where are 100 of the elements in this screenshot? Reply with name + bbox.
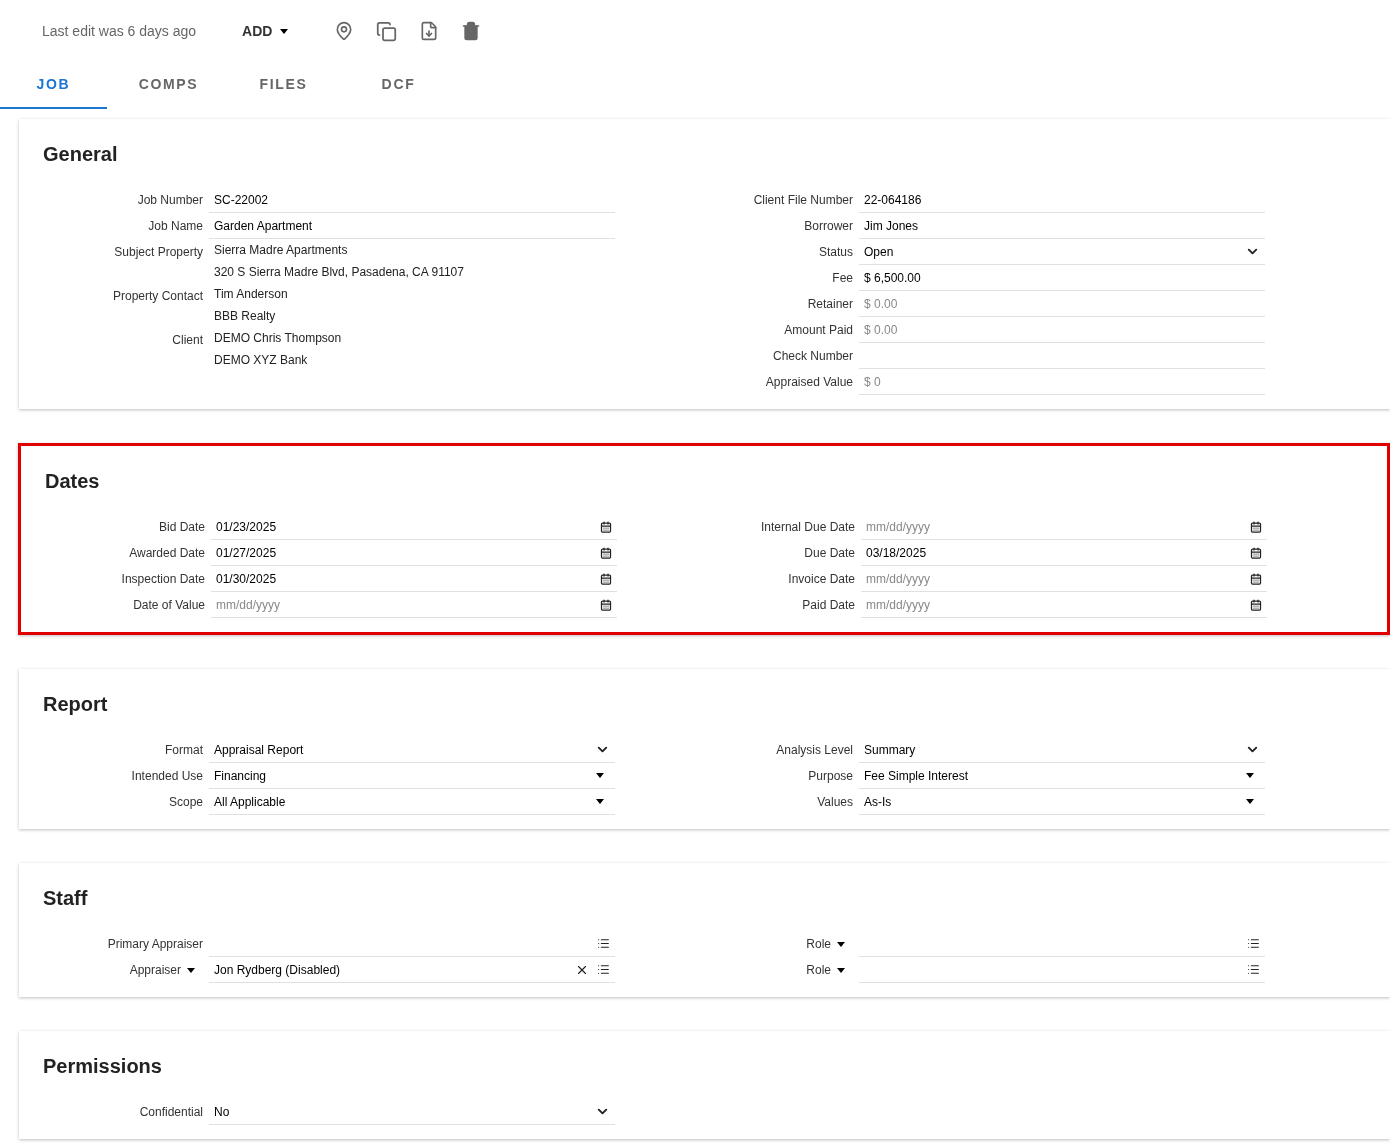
field-text: DEMO Chris Thompson — [213, 330, 343, 347]
tab[interactable]: COMPS — [115, 62, 222, 109]
date-field[interactable]: 01/30/2025 — [211, 566, 617, 592]
date-field[interactable]: 01/27/2025 — [211, 540, 617, 566]
field-label: Amount Paid — [784, 322, 853, 339]
caret-icon — [280, 28, 289, 34]
field-label: Internal Due Date — [760, 519, 855, 536]
field-label: Paid Date — [802, 597, 855, 614]
tab[interactable]: DCF — [345, 62, 452, 109]
field-label: Bid Date — [158, 519, 205, 536]
text-field[interactable]: SC-22002 — [209, 187, 615, 213]
field-label: Invoice Date — [788, 571, 855, 588]
field-placeholder: $ 0 — [864, 373, 881, 391]
field-value: Appraisal Report — [214, 741, 304, 759]
calendar-icon — [1250, 598, 1262, 611]
field-placeholder: mm/dd/yyyy — [866, 570, 930, 588]
date-field[interactable]: mm/dd/yyyy — [211, 592, 617, 618]
field-label: Appraised Value — [765, 374, 853, 391]
field-label[interactable]: Role — [806, 961, 831, 979]
copy-icon[interactable] — [376, 20, 398, 42]
field-value: Summary — [864, 741, 916, 759]
field-label: Check Number — [772, 348, 853, 365]
select-field[interactable]: Appraisal Report — [209, 737, 615, 763]
date-field[interactable]: 01/23/2025 — [211, 514, 617, 540]
caret-icon — [1246, 773, 1254, 778]
field-label: Date of Value — [133, 597, 205, 614]
text-field[interactable]: $ 6,500.00 — [859, 265, 1265, 291]
field-label: Job Name — [148, 218, 203, 235]
field-label: Inspection Date — [121, 571, 205, 588]
field-placeholder: mm/dd/yyyy — [216, 596, 280, 614]
dropdown-field[interactable]: Financing — [209, 763, 615, 789]
field-label: Property Contact — [112, 288, 203, 305]
tab[interactable]: FILES — [230, 62, 337, 109]
section-title: Staff — [43, 887, 88, 909]
calendar-icon — [600, 546, 612, 559]
file-download-icon[interactable] — [419, 21, 440, 41]
date-field[interactable]: mm/dd/yyyy — [861, 514, 1267, 540]
field-placeholder: $ 0.00 — [864, 321, 898, 339]
picker-field[interactable]: Jon Rydberg (Disabled) — [209, 957, 615, 983]
field-label[interactable]: Appraiser — [129, 961, 181, 979]
select-field[interactable]: No — [209, 1099, 615, 1125]
text-field[interactable]: $ 0.00 — [859, 317, 1265, 343]
field-label: Due Date — [804, 545, 855, 562]
date-field[interactable]: mm/dd/yyyy — [861, 592, 1267, 618]
section-title: Permissions — [43, 1055, 162, 1077]
field-label: Client File Number — [753, 192, 853, 209]
field-value: All Applicable — [214, 793, 286, 811]
field-value: Fee Simple Interest — [864, 767, 969, 785]
text-field[interactable]: Garden Apartment — [209, 213, 615, 239]
caret-icon — [837, 941, 845, 947]
field-value: Financing — [214, 767, 267, 785]
text-field[interactable]: $ 0 — [859, 369, 1265, 395]
dropdown-field[interactable]: All Applicable — [209, 789, 615, 815]
caret-icon — [1246, 799, 1254, 804]
caret-icon — [187, 967, 195, 973]
text-field[interactable]: $ 0.00 — [859, 291, 1265, 317]
field-value: $ 6,500.00 — [864, 269, 921, 287]
calendar-icon — [1250, 572, 1262, 585]
field-placeholder: $ 0.00 — [864, 295, 898, 313]
date-field[interactable]: mm/dd/yyyy — [861, 566, 1267, 592]
section-title: Dates — [45, 470, 100, 492]
calendar-icon — [600, 572, 612, 585]
field-label: Retainer — [807, 296, 853, 313]
add-button[interactable]: ADD — [236, 16, 295, 46]
calendar-icon — [600, 520, 612, 533]
tab[interactable]: JOB — [0, 62, 107, 109]
dropdown-field[interactable]: Fee Simple Interest — [859, 763, 1265, 789]
select-field[interactable]: Open — [859, 239, 1265, 265]
field-label: Status — [818, 244, 853, 261]
list-icon[interactable] — [1247, 963, 1260, 976]
section-title: General — [43, 143, 118, 165]
field-label: Values — [817, 794, 853, 811]
field-label: Awarded Date — [129, 545, 205, 562]
field-value: 22-064186 — [864, 191, 922, 209]
list-icon[interactable] — [597, 963, 610, 976]
list-icon[interactable] — [1247, 937, 1260, 950]
field-value: 01/23/2025 — [216, 518, 277, 536]
field-label: Fee — [832, 270, 853, 287]
calendar-icon — [600, 598, 612, 611]
field-placeholder: mm/dd/yyyy — [866, 518, 930, 536]
field-label: Client — [172, 332, 203, 349]
field-label[interactable]: Role — [806, 935, 831, 953]
calendar-icon — [1250, 546, 1262, 559]
field-label: Job Number — [137, 192, 203, 209]
section-title: Report — [43, 693, 108, 715]
text-field[interactable]: 22-064186 — [859, 187, 1265, 213]
delete-icon[interactable] — [461, 21, 482, 41]
select-field[interactable]: Summary — [859, 737, 1265, 763]
field-value: SC-22002 — [214, 191, 269, 209]
date-field[interactable]: 03/18/2025 — [861, 540, 1267, 566]
list-icon[interactable] — [597, 937, 610, 950]
field-text: Tim Anderson — [213, 286, 289, 303]
field-text: DEMO XYZ Bank — [213, 352, 309, 369]
field-value: As-Is — [864, 793, 892, 811]
dropdown-field[interactable]: As-Is — [859, 789, 1265, 815]
text-field[interactable]: Jim Jones — [859, 213, 1265, 239]
field-label: Purpose — [808, 768, 853, 785]
field-value: Jon Rydberg (Disabled) — [214, 961, 341, 979]
calendar-icon — [1250, 520, 1262, 533]
field-value: 03/18/2025 — [866, 544, 927, 562]
